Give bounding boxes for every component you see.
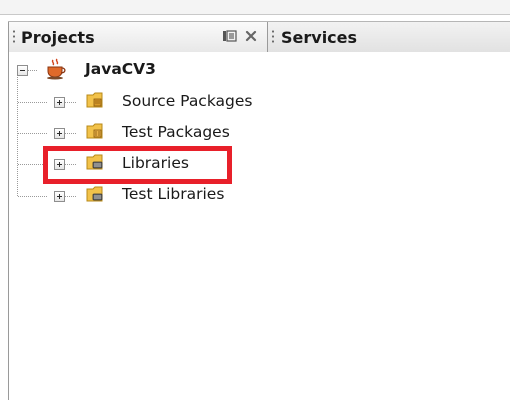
tree-connector-line — [18, 164, 48, 165]
netbeans-project-window: Projects Services JavaCV3 Source Package… — [0, 0, 510, 400]
tab-projects[interactable]: Projects — [8, 22, 268, 52]
close-icon — [245, 30, 257, 42]
tree-node-source-packages[interactable]: Source Packages — [9, 89, 309, 115]
tree-connector-line — [65, 164, 77, 165]
projects-tree-panel: JavaCV3 Source Packages Test Packages Li… — [8, 52, 510, 400]
expand-toggle-icon[interactable] — [54, 191, 65, 202]
expand-toggle-icon[interactable] — [54, 128, 65, 139]
tree-connector-line — [28, 70, 37, 71]
expand-toggle-icon[interactable] — [54, 97, 65, 108]
collapse-toggle-icon[interactable] — [17, 65, 28, 76]
project-name-label: JavaCV3 — [85, 60, 156, 78]
tree-connector-line — [65, 102, 77, 103]
source-package-folder-icon — [86, 92, 103, 108]
minimize-window-button[interactable] — [221, 28, 239, 44]
expand-toggle-icon[interactable] — [54, 159, 65, 170]
libraries-label: Libraries — [122, 154, 189, 172]
test-package-folder-icon — [86, 123, 103, 139]
tree-node-project-root[interactable]: JavaCV3 — [9, 58, 309, 84]
tab-bar: Projects Services — [8, 21, 510, 53]
tab-grip-icon[interactable] — [13, 29, 15, 45]
tab-services[interactable]: Services — [268, 22, 510, 52]
library-folder-icon — [86, 154, 103, 170]
tree-connector-line — [65, 196, 77, 197]
tree-connector-line — [18, 133, 48, 134]
tree-node-test-packages[interactable]: Test Packages — [9, 120, 309, 146]
minimize-window-icon — [223, 30, 237, 42]
tree-node-test-libraries[interactable]: Test Libraries — [9, 183, 309, 209]
source-packages-label: Source Packages — [122, 92, 253, 110]
tree-connector-line — [18, 102, 48, 103]
test-library-folder-icon — [86, 186, 103, 202]
tab-projects-label: Projects — [21, 28, 95, 47]
close-tab-button[interactable] — [243, 28, 261, 44]
tree-connector-line — [65, 133, 77, 134]
java-coffee-cup-icon — [47, 58, 66, 80]
test-libraries-label: Test Libraries — [122, 185, 225, 203]
tab-grip-icon[interactable] — [272, 29, 274, 45]
window-top-edge — [0, 0, 510, 15]
tree-node-libraries[interactable]: Libraries — [9, 151, 309, 177]
tree-connector-line — [18, 196, 48, 197]
test-packages-label: Test Packages — [122, 123, 230, 141]
tab-services-label: Services — [281, 28, 358, 47]
